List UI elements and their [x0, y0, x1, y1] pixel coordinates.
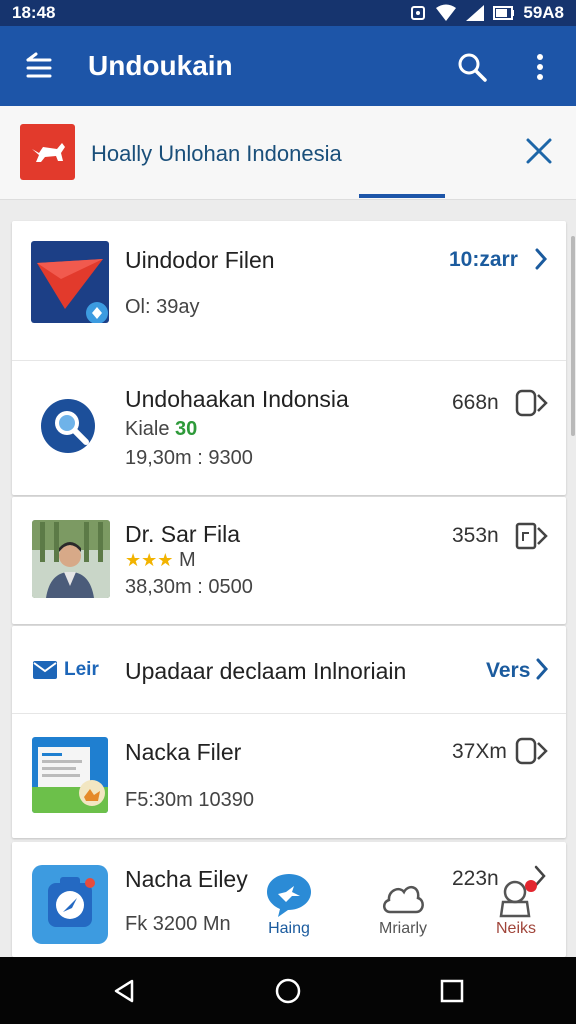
- mail-app-icon: [31, 241, 109, 323]
- profile-notification-icon: [499, 880, 537, 918]
- chat-bubble-icon: [267, 874, 311, 917]
- home-icon[interactable]: [274, 977, 302, 1005]
- item-name: Undohaakan Indonsia: [125, 386, 349, 412]
- dog-logo-icon: [31, 143, 65, 162]
- item-name: Dr. Sar Fila: [125, 521, 241, 547]
- chevron-right-icon[interactable]: [535, 657, 549, 681]
- search-icon[interactable]: [455, 50, 489, 84]
- nav-item-home[interactable]: Haing: [258, 870, 320, 938]
- open-icon[interactable]: [515, 388, 549, 418]
- battery-icon: [493, 6, 515, 20]
- view-link[interactable]: Vers: [486, 659, 530, 683]
- nav-item-news[interactable]: Neiks: [484, 876, 548, 938]
- open-icon[interactable]: [515, 736, 549, 766]
- document-app-icon: [32, 737, 108, 813]
- chevron-right-icon[interactable]: [533, 247, 549, 271]
- nav-label: Haing: [268, 920, 310, 937]
- nav-label: Neiks: [495, 920, 536, 937]
- share-file-icon[interactable]: [515, 521, 549, 551]
- nav-item-memory[interactable]: Mriarly: [368, 876, 438, 938]
- signal-icon: [466, 5, 485, 21]
- app-bar: Undoukain: [0, 26, 576, 106]
- item-rating-label: M: [178, 549, 196, 571]
- location-app-icon: [32, 865, 108, 944]
- system-nav-bar: [0, 957, 576, 1024]
- status-time: 18:48: [12, 3, 56, 22]
- star-rating-icon: ★★★: [125, 550, 174, 570]
- item-subtitle: 38,30m : 0500: [125, 576, 253, 598]
- promo-banner: Hoally Unlohan Indonesia: [0, 106, 576, 200]
- item-subtitle: F5:30m 10390: [125, 789, 254, 811]
- sync-icon: [411, 6, 426, 20]
- item-tag: Leir: [64, 659, 99, 680]
- item-subtitle: 19,30m : 9300: [125, 447, 253, 469]
- list-item[interactable]: Uindodor Filen Ol: 39ay 10:zarr: [12, 221, 566, 361]
- person-photo: [32, 520, 110, 598]
- banner-logo: [20, 124, 75, 180]
- scrollbar[interactable]: [571, 236, 575, 436]
- recents-icon[interactable]: [438, 977, 466, 1005]
- battery-text: 59A8: [523, 3, 564, 22]
- tab-indicator: [359, 194, 445, 198]
- item-meta-value: 30: [175, 418, 198, 440]
- cloud-icon: [383, 885, 424, 914]
- status-bar: 18:48 59A8: [0, 0, 576, 26]
- banner-text: Hoally Unlohan Indonesia: [91, 141, 342, 166]
- item-meta-label: Kiale: [125, 418, 170, 440]
- list-item[interactable]: Nacka Filer F5:30m 10390 37Xm: [12, 714, 566, 838]
- close-icon[interactable]: [524, 136, 554, 166]
- item-name: Nacha Eiley: [125, 866, 248, 892]
- list-item[interactable]: Undohaakan Indonsia Kiale 30 19,30m : 93…: [12, 361, 566, 495]
- mail-icon: [33, 661, 57, 679]
- app-title: Undoukain: [88, 50, 233, 81]
- item-meta: Kiale 30: [125, 418, 197, 441]
- item-size: 10:zarr: [449, 248, 518, 271]
- item-name: Upadaar declaam Inlnoriain: [125, 658, 407, 684]
- item-name: Nacka Filer: [125, 739, 242, 765]
- file-list-card: Leir Upadaar declaam Inlnoriain Vers Nac…: [12, 626, 566, 838]
- item-size: 668n: [452, 391, 499, 414]
- item-size: 353n: [452, 524, 499, 547]
- item-subtitle: Ol: 39ay: [125, 296, 200, 318]
- item-rating: ★★★ M: [125, 549, 196, 572]
- back-menu-icon[interactable]: [22, 50, 56, 84]
- back-icon[interactable]: [110, 977, 138, 1005]
- list-item[interactable]: Leir Upadaar declaam Inlnoriain Vers: [12, 626, 566, 714]
- more-options-icon[interactable]: [524, 50, 556, 84]
- file-list-card: Dr. Sar Fila ★★★ M 38,30m : 0500 353n: [12, 497, 566, 624]
- item-name: Uindodor Filen: [125, 247, 275, 273]
- nav-label: Mriarly: [379, 920, 427, 937]
- status-icons: 59A8: [409, 3, 564, 23]
- list-item[interactable]: Dr. Sar Fila ★★★ M 38,30m : 0500 353n: [12, 497, 566, 624]
- item-subtitle: Fk 3200 Mn: [125, 913, 231, 935]
- item-size: 37Xm: [452, 740, 507, 763]
- wifi-icon: [436, 4, 457, 21]
- file-list-card: Uindodor Filen Ol: 39ay 10:zarr Undohaak…: [12, 221, 566, 495]
- search-app-icon: [41, 399, 95, 453]
